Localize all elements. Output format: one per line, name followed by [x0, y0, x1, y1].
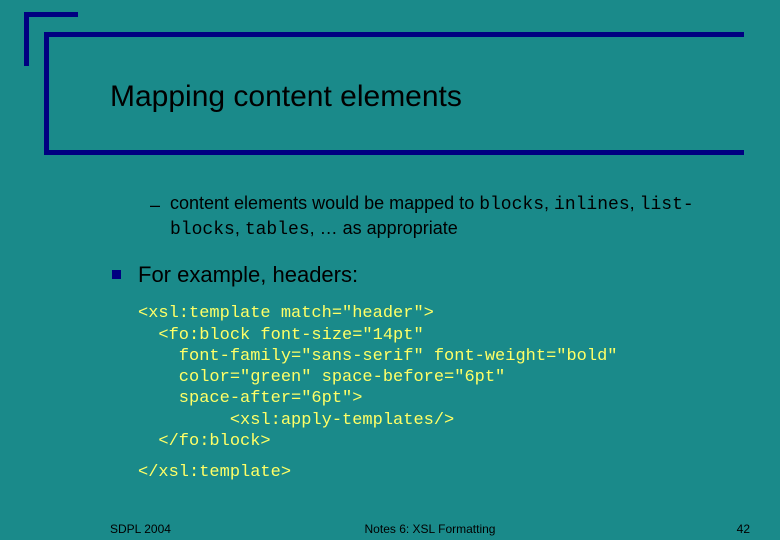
main-bullet-text: For example, headers: [138, 262, 358, 287]
code-line: <xsl:apply-templates/> [138, 411, 454, 430]
code-closing-line: </xsl:template> [110, 462, 750, 484]
square-bullet-icon [112, 270, 121, 279]
slide-body: – content elements would be mapped to bl… [110, 192, 750, 484]
code-line: font-family="sans-serif" font-weight="bo… [138, 347, 617, 366]
sep: , [544, 193, 554, 213]
sub-bullet-item: – content elements would be mapped to bl… [110, 192, 750, 243]
code-line: </fo:block> [138, 432, 271, 451]
code-block: <xsl:template match="header"> <fo:block … [110, 303, 750, 452]
code-term: tables [245, 220, 310, 240]
title-underline [44, 150, 744, 155]
sub-text-part: content elements would be mapped to [170, 193, 479, 213]
sep: , [235, 218, 245, 238]
main-bullet-item: For example, headers: [110, 261, 750, 290]
code-line: space-after="6pt"> [138, 389, 362, 408]
slide-title: Mapping content elements [110, 80, 462, 114]
sub-text: content elements would be mapped to bloc… [170, 193, 694, 238]
sub-text-part: , … as appropriate [310, 218, 458, 238]
footer-center: Notes 6: XSL Formatting [110, 522, 750, 536]
code-line: color="green" space-before="6pt" [138, 368, 505, 387]
sep: , [630, 193, 640, 213]
slide-number: 42 [737, 522, 750, 536]
code-line: <fo:block font-size="14pt" [138, 326, 424, 345]
dash-bullet-icon: – [150, 194, 160, 217]
code-line: <xsl:template match="header"> [138, 304, 434, 323]
code-term: inlines [554, 195, 630, 215]
code-term: blocks [479, 195, 544, 215]
